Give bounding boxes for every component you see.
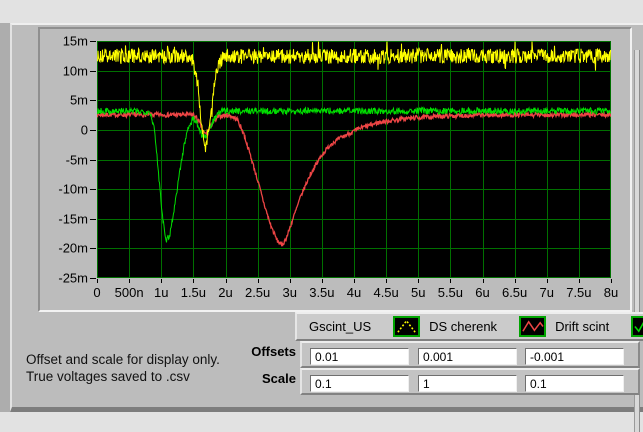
offsets-row xyxy=(300,341,640,368)
x-tick-label: 6.5u xyxy=(502,286,527,299)
offset-field-drift-scint[interactable] xyxy=(525,348,624,365)
scale-label: Scale xyxy=(210,372,296,386)
y-tick-label: 10m xyxy=(44,64,88,77)
x-tick-label: 500n xyxy=(115,286,144,299)
waveform-sample-icon[interactable] xyxy=(631,316,643,337)
legend-item-drift-scint[interactable]: Drift scint xyxy=(555,316,643,337)
y-tick-label: -15m xyxy=(44,212,88,225)
note-line-2: True voltages saved to .csv xyxy=(26,368,220,385)
x-tick-mark xyxy=(611,279,612,283)
x-tick-label: 7u xyxy=(540,286,554,299)
legend-item-ds-cherenk[interactable]: DS cherenk xyxy=(429,316,546,337)
y-tick-label: -5m xyxy=(44,153,88,166)
y-tick-label: 0 xyxy=(44,123,88,136)
scale-row xyxy=(300,368,640,395)
x-tick-label: 4.5u xyxy=(373,286,398,299)
x-tick-label: 7.5u xyxy=(566,286,591,299)
waveform-plot-area[interactable] xyxy=(97,41,611,278)
x-tick-mark xyxy=(193,279,194,283)
x-tick-mark xyxy=(354,279,355,283)
x-tick-label: 1.5u xyxy=(181,286,206,299)
x-tick-label: 8u xyxy=(604,286,618,299)
y-tick-mark xyxy=(90,130,96,131)
plot-legend: Gscint_US DS cherenk Drift scint xyxy=(295,312,643,341)
y-tick-mark xyxy=(90,189,96,190)
y-tick-mark xyxy=(90,278,96,279)
x-tick-mark xyxy=(258,279,259,283)
y-tick-label: -10m xyxy=(44,183,88,196)
x-tick-label: 6u xyxy=(475,286,489,299)
x-tick-mark xyxy=(386,279,387,283)
offsets-label: Offsets xyxy=(210,345,296,359)
y-tick-label: -25m xyxy=(44,272,88,285)
x-tick-label: 2.5u xyxy=(245,286,270,299)
x-tick-mark xyxy=(483,279,484,283)
scale-field-drift-scint[interactable] xyxy=(525,375,624,392)
x-tick-mark xyxy=(547,279,548,283)
legend-label: Drift scint xyxy=(555,319,609,334)
y-tick-mark xyxy=(90,41,96,42)
y-tick-label: 5m xyxy=(44,94,88,107)
x-tick-label: 4u xyxy=(347,286,361,299)
y-tick-label: 15m xyxy=(44,35,88,48)
x-tick-mark xyxy=(418,279,419,283)
legend-label: Gscint_US xyxy=(309,319,371,334)
x-tick-mark xyxy=(515,279,516,283)
x-tick-mark xyxy=(290,279,291,283)
y-tick-mark xyxy=(90,100,96,101)
display-note: Offset and scale for display only. True … xyxy=(26,351,220,385)
y-tick-mark xyxy=(90,219,96,220)
x-tick-label: 3u xyxy=(283,286,297,299)
x-tick-mark xyxy=(226,279,227,283)
x-tick-label: 1u xyxy=(154,286,168,299)
y-tick-mark xyxy=(90,248,96,249)
legend-item-gscint-us[interactable]: Gscint_US xyxy=(309,316,420,337)
x-tick-mark xyxy=(161,279,162,283)
scale-field-ds-cherenk[interactable] xyxy=(418,375,517,392)
x-tick-label: 0 xyxy=(93,286,100,299)
note-line-1: Offset and scale for display only. xyxy=(26,351,220,368)
x-tick-mark xyxy=(322,279,323,283)
scale-field-gscint-us[interactable] xyxy=(310,375,409,392)
x-tick-label: 3.5u xyxy=(309,286,334,299)
x-tick-mark xyxy=(97,279,98,283)
legend-label: DS cherenk xyxy=(429,319,497,334)
x-tick-mark xyxy=(579,279,580,283)
y-tick-mark xyxy=(90,160,96,161)
offset-field-gscint-us[interactable] xyxy=(310,348,409,365)
offset-field-ds-cherenk[interactable] xyxy=(418,348,517,365)
waveform-sample-icon[interactable] xyxy=(393,316,420,337)
y-tick-mark xyxy=(90,71,96,72)
x-tick-label: 5u xyxy=(411,286,425,299)
x-tick-label: 2u xyxy=(218,286,232,299)
x-tick-label: 5.5u xyxy=(438,286,463,299)
x-tick-mark xyxy=(129,279,130,283)
x-tick-mark xyxy=(450,279,451,283)
y-tick-label: -20m xyxy=(44,242,88,255)
waveform-sample-icon[interactable] xyxy=(519,316,546,337)
